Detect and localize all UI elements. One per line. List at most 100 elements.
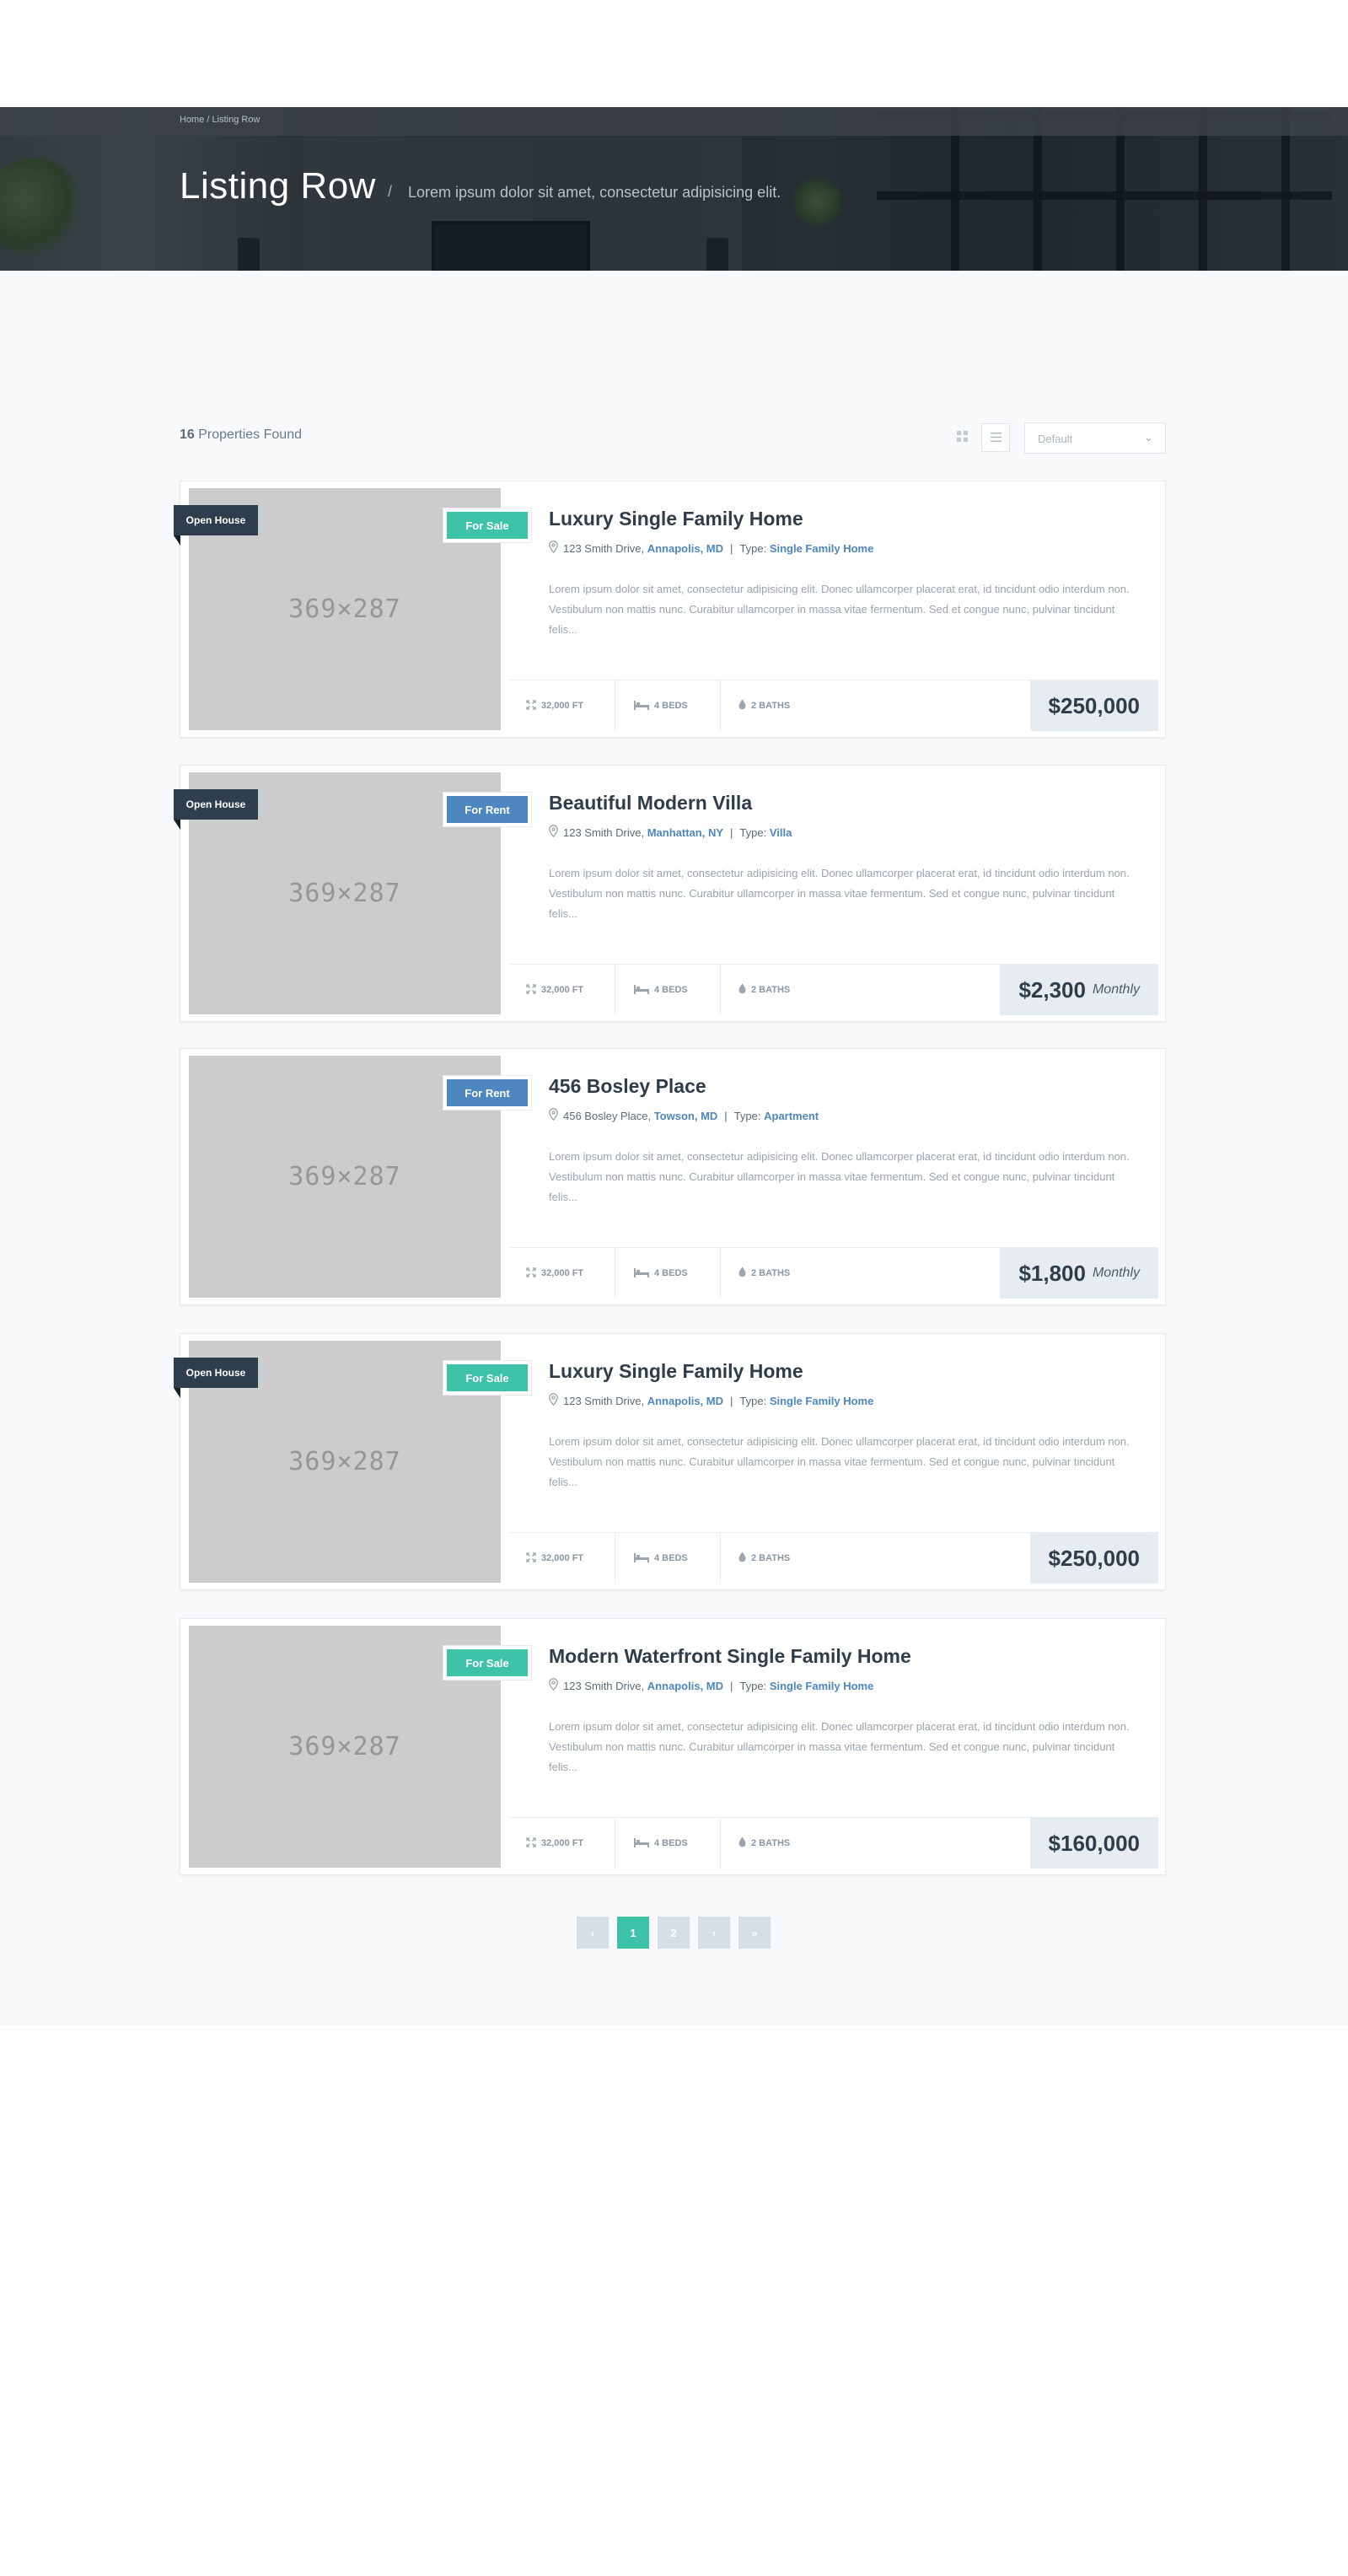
listing-type-link[interactable]: Single Family Home: [770, 1395, 874, 1407]
listing-type-label: Type:: [739, 1395, 767, 1407]
expand-icon: [526, 983, 536, 997]
grid-view-button[interactable]: [948, 423, 976, 452]
listing-area: 32,000 FT: [526, 965, 583, 1015]
water-drop-icon: [738, 1837, 746, 1850]
expand-icon: [526, 699, 536, 713]
listing-title[interactable]: Modern Waterfront Single Family Home: [549, 1645, 911, 1668]
open-house-badge: Open House: [174, 789, 258, 830]
listing-price-value: $250,000: [1048, 692, 1140, 718]
water-drop-icon: [738, 1266, 746, 1280]
map-pin-icon: [549, 1678, 558, 1694]
listing-baths: 2 BATHS: [738, 680, 790, 731]
pagination-page-1[interactable]: 1: [617, 1917, 649, 1949]
breadcrumb-current: Listing Row: [212, 115, 260, 125]
listing-description: Lorem ipsum dolor sit amet, consectetur …: [549, 1435, 1130, 1488]
map-pin-icon: [549, 540, 558, 557]
listing-beds: 4 BEDS: [634, 1818, 688, 1869]
page: Home / Listing Row Listing Row / Lorem i…: [0, 0, 1348, 2576]
listing-type-link[interactable]: Single Family Home: [770, 1680, 874, 1692]
bed-icon: [634, 984, 649, 997]
sort-select[interactable]: Default ⌄: [1024, 422, 1166, 454]
listing-card[interactable]: 369×287 Open House For Sale Luxury Singl…: [174, 1333, 1166, 1590]
listing-status-badge: For Sale: [443, 508, 531, 542]
listing-beds: 4 BEDS: [634, 965, 688, 1015]
listing-baths: 2 BATHS: [738, 1533, 790, 1584]
listing-price-period: Monthly: [1092, 1266, 1140, 1280]
title-separator: /: [388, 183, 393, 200]
listing-features: 32,000 FT 4 BEDS 2 BATHS $250,000: [509, 680, 1158, 731]
breadcrumb-home-link[interactable]: Home: [180, 115, 204, 125]
listing-price-value: $250,000: [1048, 1545, 1140, 1571]
listing-baths: 2 BATHS: [738, 1248, 790, 1299]
pagination-next[interactable]: ›: [698, 1917, 730, 1949]
listing-beds: 4 BEDS: [634, 1533, 688, 1584]
pagination-last[interactable]: »: [738, 1917, 771, 1949]
pagination-prev[interactable]: ‹: [577, 1917, 609, 1949]
listing-card[interactable]: 369×287 Open House For Rent Beautiful Mo…: [174, 765, 1166, 1022]
listing-status-badge: For Rent: [443, 793, 531, 826]
listing-title[interactable]: Luxury Single Family Home: [549, 1360, 803, 1383]
pagination-page-2[interactable]: 2: [658, 1917, 690, 1949]
listing-card[interactable]: 369×287 Open House For Sale Luxury Singl…: [174, 481, 1166, 738]
listing-city-link[interactable]: Annapolis, MD: [647, 542, 723, 555]
listing-beds: 4 BEDS: [634, 680, 688, 731]
listing-status-badge: For Rent: [443, 1076, 531, 1110]
listing-price: $2,300 Monthly: [1000, 965, 1158, 1015]
listing-type-link[interactable]: Apartment: [764, 1110, 819, 1122]
expand-icon: [526, 1266, 536, 1280]
listing-street: 123 Smith Drive,: [563, 1395, 645, 1407]
listing-address-line: 456 Bosley Place, Towson, MD | Type: Apa…: [549, 1108, 819, 1124]
listing-area: 32,000 FT: [526, 1818, 583, 1869]
listing-description: Lorem ipsum dolor sit amet, consectetur …: [549, 1720, 1130, 1773]
listing-type-label: Type:: [739, 1680, 767, 1692]
water-drop-icon: [738, 983, 746, 997]
open-house-badge: Open House: [174, 505, 258, 546]
listing-type-link[interactable]: Villa: [770, 826, 792, 839]
listing-price: $1,800 Monthly: [1000, 1248, 1158, 1299]
listing-city-link[interactable]: Manhattan, NY: [647, 826, 723, 839]
water-drop-icon: [738, 699, 746, 713]
listing-features: 32,000 FT 4 BEDS 2 BATHS $250,000: [509, 1532, 1158, 1584]
listing-type-label: Type:: [739, 826, 767, 839]
listing-title[interactable]: 456 Bosley Place: [549, 1075, 706, 1098]
listing-title[interactable]: Beautiful Modern Villa: [549, 792, 752, 815]
page-header-banner: Home / Listing Row Listing Row / Lorem i…: [0, 107, 1348, 271]
listing-beds: 4 BEDS: [634, 1248, 688, 1299]
open-house-badge: Open House: [174, 1358, 258, 1398]
listing-price: $250,000: [1029, 680, 1158, 731]
results-count-number: 16: [180, 428, 195, 442]
listing-card[interactable]: 369×287 For Sale Modern Waterfront Singl…: [180, 1618, 1166, 1875]
map-pin-icon: [549, 825, 558, 841]
sort-select-value: Default: [1038, 433, 1073, 445]
list-icon: [990, 431, 1002, 444]
listing-address-line: 123 Smith Drive, Annapolis, MD | Type: S…: [549, 1393, 873, 1409]
listing-status-badge: For Sale: [443, 1361, 531, 1395]
listing-type-link[interactable]: Single Family Home: [770, 542, 874, 555]
listing-description: Lorem ipsum dolor sit amet, consectetur …: [549, 583, 1130, 636]
listing-city-link[interactable]: Towson, MD: [654, 1110, 718, 1122]
listing-street: 123 Smith Drive,: [563, 826, 645, 839]
list-view-button[interactable]: [981, 423, 1010, 452]
listing-features: 32,000 FT 4 BEDS 2 BATHS $160,000: [509, 1817, 1158, 1869]
listing-title[interactable]: Luxury Single Family Home: [549, 508, 803, 530]
listing-card[interactable]: 369×287 For Rent 456 Bosley Place 456 Bo…: [180, 1048, 1166, 1305]
listing-status-badge: For Sale: [443, 1646, 531, 1680]
listing-baths: 2 BATHS: [738, 965, 790, 1015]
bed-icon: [634, 1267, 649, 1280]
results-count: 16 Properties Found: [180, 428, 302, 443]
listing-baths: 2 BATHS: [738, 1818, 790, 1869]
listing-city-link[interactable]: Annapolis, MD: [647, 1395, 723, 1407]
listing-price: $160,000: [1029, 1818, 1158, 1869]
listing-area: 32,000 FT: [526, 680, 583, 731]
listings-section: 16 Properties Found Default ⌄ 369×287 Op…: [0, 271, 1348, 2026]
listing-street: 456 Bosley Place,: [563, 1110, 652, 1122]
results-count-label: Properties Found: [198, 428, 302, 442]
listing-description: Lorem ipsum dolor sit amet, consectetur …: [549, 1150, 1130, 1203]
listing-type-label: Type:: [739, 542, 767, 555]
map-pin-icon: [549, 1393, 558, 1409]
listing-city-link[interactable]: Annapolis, MD: [647, 1680, 723, 1692]
water-drop-icon: [738, 1552, 746, 1565]
listing-area: 32,000 FT: [526, 1248, 583, 1299]
breadcrumb: Home / Listing Row: [180, 115, 260, 125]
map-pin-icon: [549, 1108, 558, 1124]
